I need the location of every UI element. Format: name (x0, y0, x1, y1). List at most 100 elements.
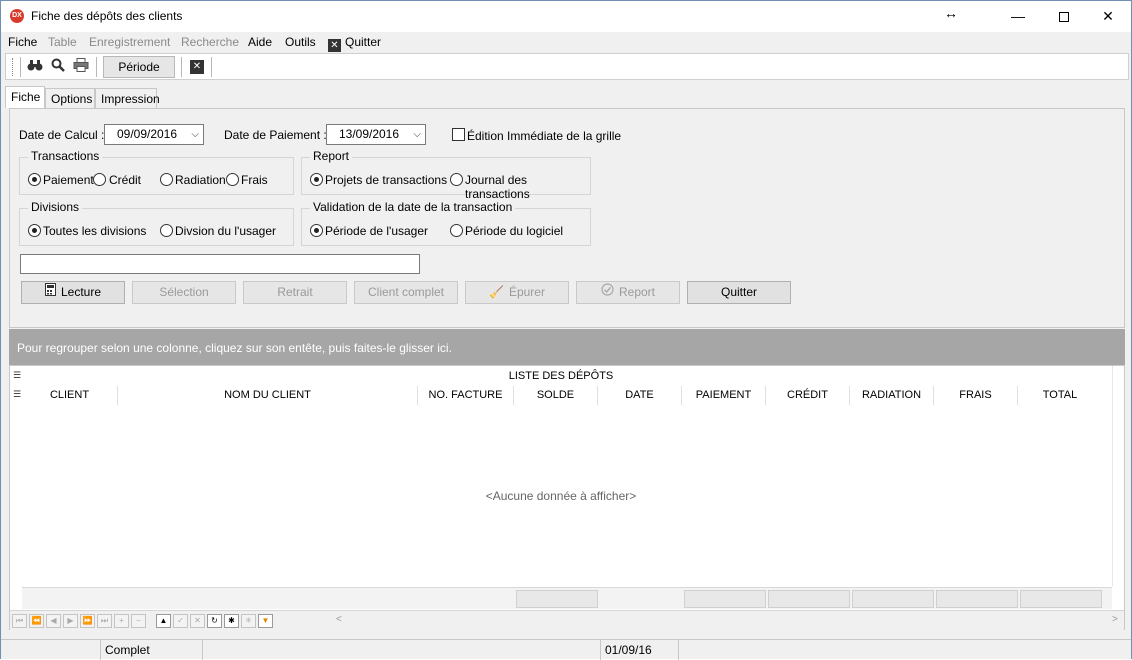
tab-fiche[interactable]: Fiche (5, 86, 45, 108)
delete-icon[interactable]: − (131, 614, 146, 628)
main-window: DX Fiche des dépôts des clients ↔ — ✕ Fi… (0, 0, 1132, 660)
resize-arrows-icon: ↔ (944, 5, 958, 21)
toolbar-separator (20, 57, 21, 77)
vertical-scrollbar[interactable] (1112, 366, 1124, 586)
column-chooser-icon[interactable]: ☰ (13, 389, 21, 400)
title-bar: DX Fiche des dépôts des clients ↔ — ✕ (1, 1, 1131, 32)
radio-frais[interactable] (226, 173, 239, 186)
post-icon[interactable]: ✓ (173, 614, 188, 628)
prev-record-icon[interactable]: ◀ (46, 614, 61, 628)
status-cell-empty (203, 640, 601, 660)
scroll-left-icon[interactable]: < (336, 614, 342, 625)
close-icon[interactable]: ✕ (190, 60, 204, 74)
scroll-right-icon[interactable]: > (1112, 614, 1118, 625)
app-logo-icon: DX (10, 9, 24, 23)
binoculars-icon[interactable] (26, 58, 44, 76)
tab-options[interactable]: Options (45, 88, 95, 108)
column-header-total[interactable]: TOTAL (1018, 386, 1102, 405)
empty-grid-message: <Aucune donnée à afficher> (485, 489, 637, 503)
next-record-icon[interactable]: ▶ (63, 614, 78, 628)
refresh-icon[interactable]: ↻ (207, 614, 222, 628)
retrait-button[interactable]: Retrait (243, 281, 347, 304)
fiche-panel: Date de Calcul : 09/09/2016 ⌵ Date de Pa… (9, 108, 1125, 328)
radio-paiement[interactable] (28, 173, 41, 186)
print-icon[interactable] (72, 58, 90, 76)
column-header-paiement[interactable]: PAIEMENT (682, 386, 766, 405)
menu-fiche[interactable]: Fiche (8, 35, 37, 49)
radio-credit[interactable] (93, 173, 106, 186)
radio-journal-label: Journal des transactions (465, 173, 530, 201)
periode-button[interactable]: Période (103, 56, 175, 78)
chevron-down-icon[interactable]: ⌵ (413, 125, 421, 144)
column-header-nom-client[interactable]: NOM DU CLIENT (118, 386, 418, 405)
report-button[interactable]: Report (576, 281, 680, 304)
radio-paiement-label: Paiement (43, 173, 94, 187)
menu-table[interactable]: Table (48, 35, 77, 49)
up-icon[interactable]: ▲ (156, 614, 171, 628)
divisions-group: Divisions Toutes les divisions Divsion d… (19, 200, 294, 246)
bookmark-icon[interactable]: ✱ (224, 614, 239, 628)
text-input[interactable] (20, 254, 420, 274)
menu-recherche[interactable]: Recherche (181, 35, 239, 49)
cancel-icon[interactable]: ✕ (190, 614, 205, 628)
menu-aide[interactable]: Aide (248, 35, 272, 49)
radio-periode-usager[interactable] (310, 224, 323, 237)
column-header-frais[interactable]: FRAIS (934, 386, 1018, 405)
footer-cell (768, 590, 850, 608)
minimize-button[interactable]: — (995, 1, 1041, 32)
menu-enregistrement[interactable]: Enregistrement (89, 35, 170, 49)
tab-impression[interactable]: Impression (95, 88, 160, 108)
epurer-button[interactable]: 🧹 Épurer (465, 281, 569, 304)
toolbar-grip[interactable] (12, 58, 14, 76)
column-header-radiation[interactable]: RADIATION (850, 386, 934, 405)
column-header-credit[interactable]: CRÉDIT (766, 386, 850, 405)
lecture-button[interactable]: Lecture (21, 281, 125, 304)
maximize-button[interactable] (1041, 1, 1087, 32)
menu-outils[interactable]: Outils (285, 35, 316, 49)
search-icon[interactable] (49, 58, 67, 76)
next-page-icon[interactable]: ⏩ (80, 614, 95, 628)
column-header-client[interactable]: CLIENT (22, 386, 118, 405)
date-calcul-picker[interactable]: 09/09/2016 ⌵ (104, 124, 204, 145)
goto-bookmark-icon[interactable]: ✳ (241, 614, 256, 628)
chevron-down-icon[interactable]: ⌵ (191, 125, 199, 144)
menu-quitter[interactable]: ✕ Quitter (328, 35, 381, 52)
toolbar: Période ✕ (5, 53, 1129, 80)
client-complet-button[interactable]: Client complet (354, 281, 458, 304)
quitter-button[interactable]: Quitter (687, 281, 791, 304)
radio-projets-transactions[interactable] (310, 173, 323, 186)
status-state: Complet (101, 640, 203, 660)
selection-button[interactable]: Sélection (132, 281, 236, 304)
column-header-solde[interactable]: SOLDE (514, 386, 598, 405)
column-header-no-facture[interactable]: NO. FACTURE (418, 386, 514, 405)
menu-bar: Fiche Table Enregistrement Recherche Aid… (1, 32, 1131, 52)
group-by-panel[interactable]: Pour regrouper selon une colonne, clique… (9, 329, 1125, 365)
epurer-button-label: Épurer (508, 285, 545, 299)
filter-icon[interactable]: ▼ (258, 614, 273, 628)
grid-title: LISTE DES DÉPÔTS (508, 370, 614, 382)
date-calcul-value: 09/09/2016 (116, 127, 178, 141)
insert-icon[interactable]: + (114, 614, 129, 628)
column-header-date[interactable]: DATE (598, 386, 682, 405)
deposits-grid: ☰ ☰ LISTE DES DÉPÔTS CLIENT NOM DU CLIEN… (9, 365, 1125, 630)
status-date: 01/09/16 (601, 640, 679, 660)
window-title: Fiche des dépôts des clients (31, 9, 183, 23)
radio-radiation-label: Radiation (175, 173, 226, 187)
prev-page-icon[interactable]: ⏪ (29, 614, 44, 628)
validation-group: Validation de la date de la transaction … (301, 200, 591, 246)
menu-quitter-label: Quitter (345, 35, 382, 49)
first-page-icon[interactable]: ⏮ (12, 614, 27, 628)
radio-division-usager[interactable] (160, 224, 173, 237)
radio-journal-transactions[interactable] (450, 173, 463, 186)
toolbar-separator (211, 57, 212, 77)
radio-periode-logiciel[interactable] (450, 224, 463, 237)
transactions-group-title: Transactions (28, 149, 103, 163)
radio-toutes-divisions[interactable] (28, 224, 41, 237)
radio-radiation[interactable] (160, 173, 173, 186)
date-paiement-picker[interactable]: 13/09/2016 ⌵ (326, 124, 426, 145)
radio-credit-label: Crédit (109, 173, 142, 187)
edition-checkbox[interactable] (452, 128, 465, 141)
divisions-group-title: Divisions (28, 200, 83, 214)
last-page-icon[interactable]: ⏭ (97, 614, 112, 628)
close-window-button[interactable]: ✕ (1085, 1, 1131, 32)
